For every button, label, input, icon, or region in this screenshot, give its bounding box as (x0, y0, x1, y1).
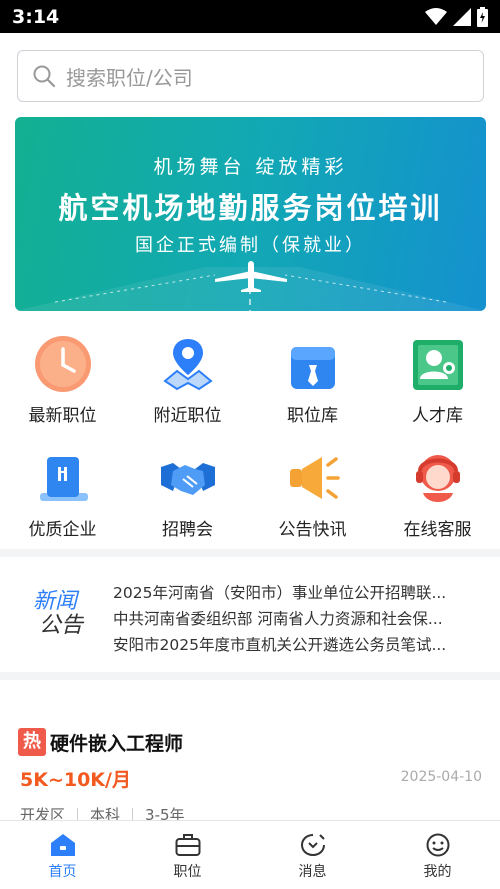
search-box[interactable]: 搜索职位/公司 (17, 50, 484, 102)
menu-job-library[interactable]: 职位库 (250, 333, 375, 447)
job-card[interactable]: 热 硬件嵌入工程师 5K~10K/月 2025-04-10 开发区 本科 3-5… (0, 720, 500, 824)
section-divider (0, 672, 500, 680)
tab-messages[interactable]: 消息 (250, 821, 375, 889)
news-item[interactable]: 安阳市2025年度市直机关公开遴选公务员笔试... (113, 632, 473, 658)
news-logo-line2: 公告 (39, 613, 84, 638)
job-title: 硬件嵌入工程师 (50, 733, 184, 755)
job-date: 2025-04-10 (400, 769, 482, 785)
menu-announcements[interactable]: 公告快讯 (250, 447, 375, 561)
tab-label: 首页 (48, 864, 77, 880)
news-item[interactable]: 2025年河南省（安阳市）事业单位公开招聘联... (113, 580, 473, 606)
hot-badge: 热 (18, 728, 46, 756)
menu-latest-jobs[interactable]: 最新职位 (0, 333, 125, 447)
tab-label: 我的 (423, 864, 452, 880)
menu-label: 在线客服 (403, 520, 472, 540)
bottom-tab-bar: 首页 职位 消息 我的 (0, 820, 500, 889)
menu-label: 最新职位 (28, 406, 97, 426)
clock-icon (31, 333, 95, 395)
menu-online-service[interactable]: 在线客服 (375, 447, 500, 561)
tab-label: 消息 (298, 864, 327, 880)
menu-quality-companies[interactable]: 优质企业 (0, 447, 125, 561)
menu-talent-library[interactable]: 人才库 (375, 333, 500, 447)
profile-card-icon (406, 333, 470, 395)
news-list: 2025年河南省（安阳市）事业单位公开招聘联... 中共河南省委组织部 河南省人… (113, 580, 473, 658)
briefcase-icon (175, 834, 200, 856)
tab-jobs[interactable]: 职位 (125, 821, 250, 889)
menu-label: 公告快讯 (278, 520, 347, 540)
location-pin-icon (156, 333, 220, 395)
promo-banner[interactable]: 机场舞台 绽放精彩 航空机场地勤服务岗位培训 国企正式编制（保就业） (15, 117, 486, 311)
section-divider (0, 549, 500, 557)
airplane-icon (215, 261, 287, 292)
building-icon (31, 447, 95, 509)
news-logo-line1: 新闻 (33, 589, 78, 614)
menu-label: 附近职位 (153, 406, 222, 426)
message-icon (300, 834, 325, 857)
battery-icon (477, 6, 488, 27)
news-logo: 新闻 公告 (33, 590, 93, 646)
briefcase-icon (281, 333, 345, 395)
home-icon (50, 834, 75, 856)
menu-nearby-jobs[interactable]: 附近职位 (125, 333, 250, 447)
status-time: 3:14 (12, 5, 60, 28)
banner-line2: 航空机场地勤服务岗位培训 (58, 191, 443, 225)
menu-label: 招聘会 (162, 520, 213, 540)
menu-label: 优质企业 (28, 520, 97, 540)
search-placeholder: 搜索职位/公司 (66, 65, 193, 90)
signal-icon (453, 7, 471, 26)
news-item[interactable]: 中共河南省委组织部 河南省人力资源和社会保... (113, 606, 473, 632)
status-bar: 3:14 (0, 0, 500, 33)
banner-line3: 国企正式编制（保就业） (135, 235, 366, 256)
megaphone-icon (281, 447, 345, 509)
tab-me[interactable]: 我的 (375, 821, 500, 889)
headset-icon (406, 447, 470, 509)
wifi-icon (425, 7, 447, 25)
menu-label: 职位库 (287, 406, 338, 426)
tab-home[interactable]: 首页 (0, 821, 125, 889)
status-icons (425, 6, 488, 27)
banner-line1: 机场舞台 绽放精彩 (153, 156, 348, 178)
menu-label: 人才库 (412, 406, 463, 426)
handshake-icon (156, 447, 220, 509)
quick-menu: 最新职位 附近职位 职位库 人才库 优质企业 招聘会 公告快讯 在线客服 (0, 333, 500, 561)
smiley-icon (426, 833, 449, 857)
search-icon (33, 65, 56, 88)
menu-job-fair[interactable]: 招聘会 (125, 447, 250, 561)
news-section: 新闻 公告 2025年河南省（安阳市）事业单位公开招聘联... 中共河南省委组织… (0, 560, 500, 675)
tab-label: 职位 (173, 864, 202, 880)
job-salary: 5K~10K/月 (20, 769, 131, 791)
